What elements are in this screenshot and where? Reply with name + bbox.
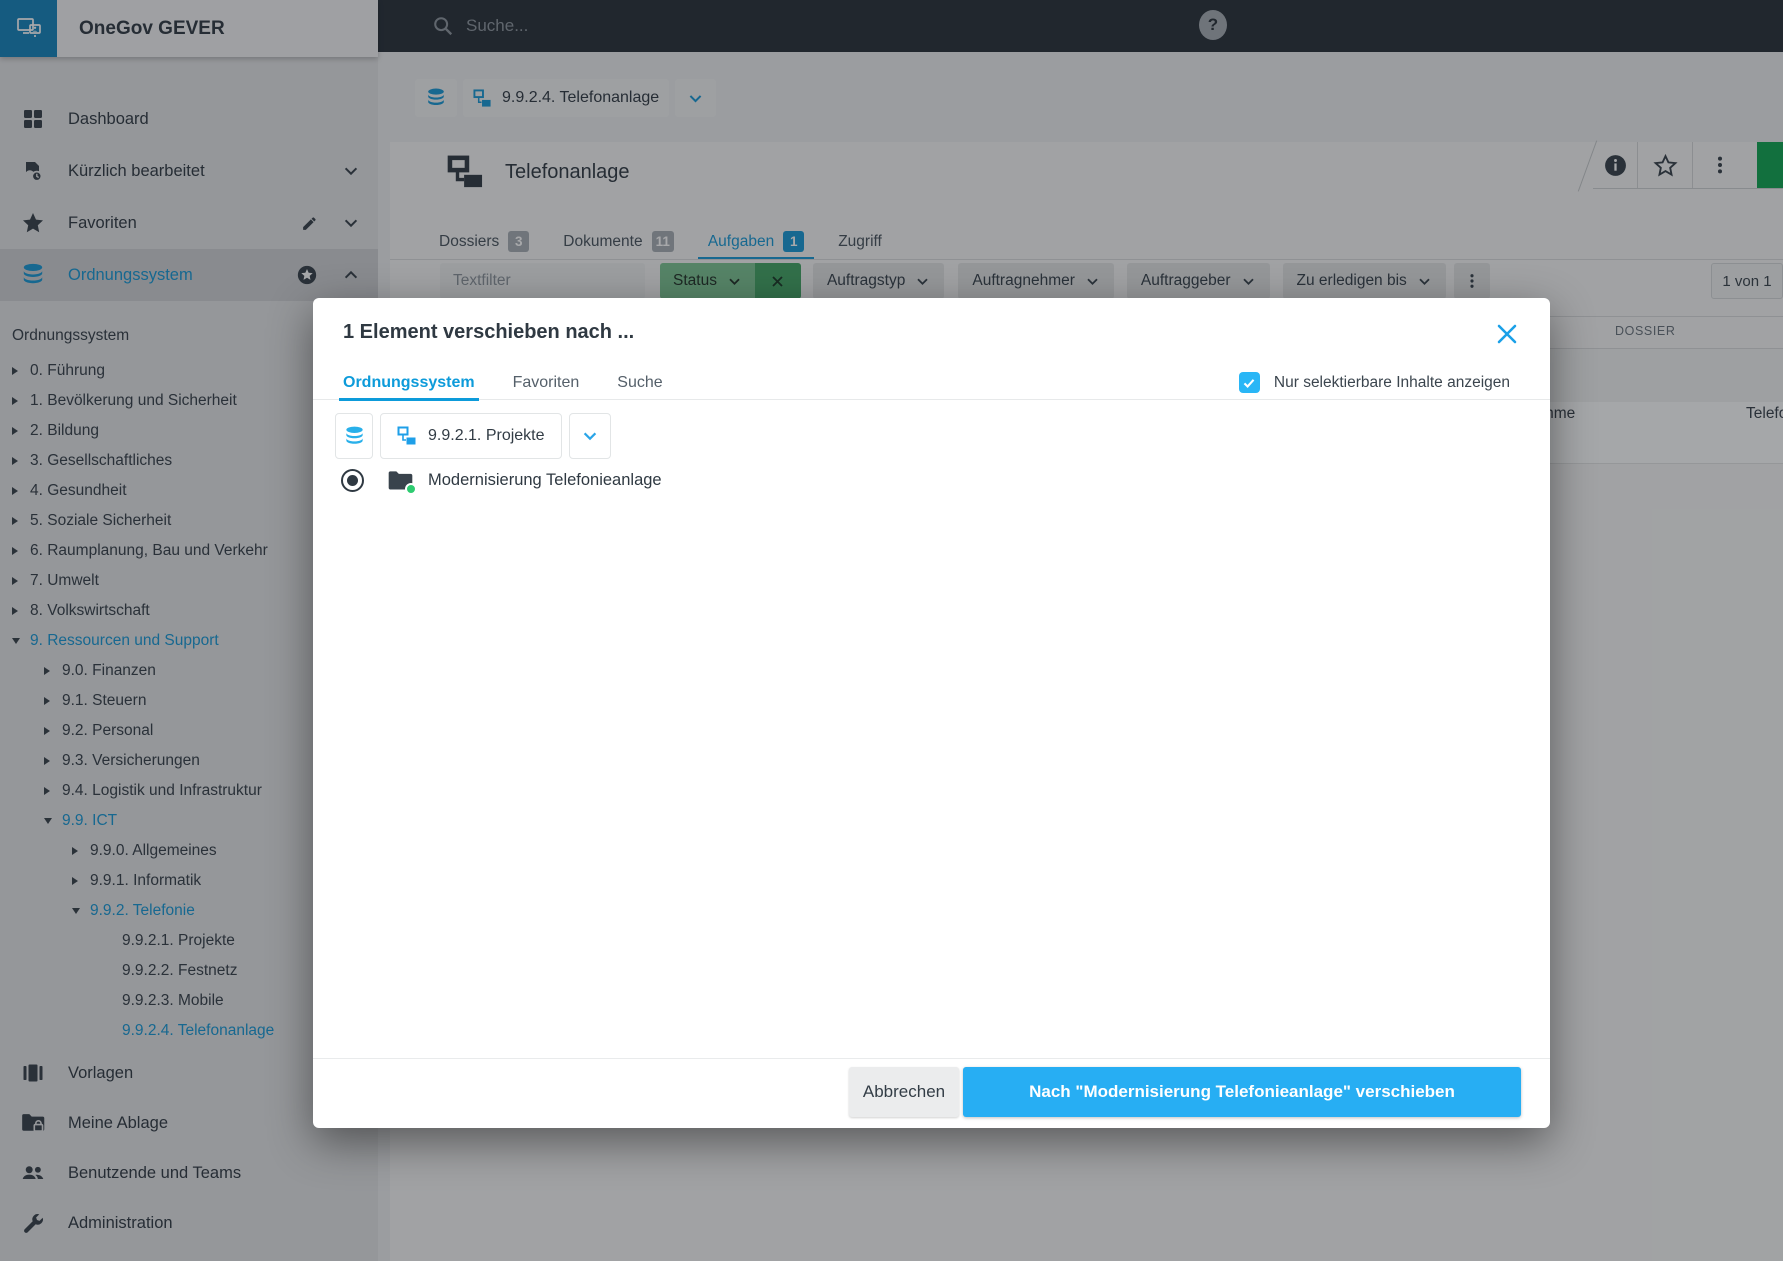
dialog-tab-ordnungssystem[interactable]: Ordnungssystem	[343, 366, 475, 400]
selectable-only-checkbox[interactable]: Nur selektierbare Inhalte anzeigen	[1239, 372, 1510, 393]
dialog-breadcrumb: 9.9.2.1. Projekte	[335, 413, 611, 459]
radio-selected-icon[interactable]	[341, 469, 364, 492]
dialog-tabs-divider	[313, 399, 1550, 400]
dialog-breadcrumb-expand-button[interactable]	[569, 413, 611, 459]
dialog-tab-suche[interactable]: Suche	[617, 366, 662, 400]
dialog-tabs: Ordnungssystem Favoriten Suche	[343, 366, 663, 400]
dialog-close-button[interactable]	[1494, 321, 1520, 347]
app-window: OneGov GEVER Dashboard Kürzlich bearbeit…	[0, 0, 1783, 1261]
dossier-folder-icon	[387, 468, 414, 492]
move-element-dialog: 1 Element verschieben nach ... Ordnungss…	[313, 298, 1550, 1128]
tab-label: Suche	[617, 374, 662, 392]
dialog-footer-divider	[313, 1058, 1550, 1059]
breadcrumb-label: 9.9.2.1. Projekte	[428, 427, 545, 445]
confirm-move-button[interactable]: Nach "Modernisierung Telefonieanlage" ve…	[963, 1067, 1521, 1117]
tab-label: Favoriten	[513, 374, 580, 392]
move-target-option[interactable]: Modernisierung Telefonieanlage	[341, 468, 662, 492]
tab-label: Ordnungssystem	[343, 374, 475, 392]
checkbox-checked-icon	[1239, 372, 1260, 393]
cancel-button[interactable]: Abbrechen	[849, 1067, 959, 1117]
repository-folder-icon	[397, 426, 417, 446]
dialog-breadcrumb-item[interactable]: 9.9.2.1. Projekte	[380, 413, 562, 459]
database-icon	[343, 425, 366, 448]
active-status-dot	[405, 483, 417, 495]
close-icon	[1495, 322, 1519, 346]
checkbox-label: Nur selektierbare Inhalte anzeigen	[1274, 374, 1510, 392]
dialog-tab-favoriten[interactable]: Favoriten	[513, 366, 580, 400]
chevron-down-icon	[581, 427, 599, 445]
repository-root-button[interactable]	[335, 413, 373, 459]
dialog-title: 1 Element verschieben nach ...	[343, 321, 634, 344]
option-label: Modernisierung Telefonieanlage	[428, 471, 662, 490]
